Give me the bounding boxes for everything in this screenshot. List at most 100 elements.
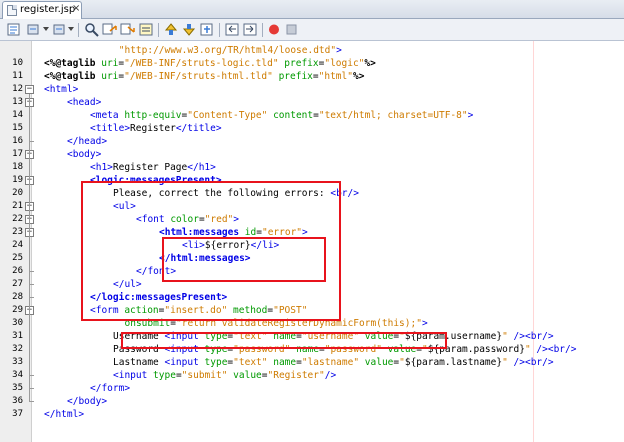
fold-end-marker [29,388,34,389]
code-token: value [233,370,262,381]
line-number: 22 [12,214,23,224]
code-token: "Register" [267,370,325,381]
code-token: prefix [278,71,313,82]
code-token: http-equiv [124,110,182,121]
line-number: 35 [12,383,23,393]
line-number: 23 [12,227,23,237]
code-token: "http://www.w3.org/TR/html4/loose.dtd" [118,45,337,56]
tab-close-button[interactable]: × [72,3,80,15]
code-line[interactable]: <%@taglib uri="/WEB-INF/struts-logic.tld… [44,57,376,70]
find-next-icon[interactable] [120,22,136,37]
code-line[interactable]: <input type="submit" value="Register"/> [113,369,336,382]
code-token: > [421,318,428,329]
code-line[interactable]: <%@taglib uri="/WEB-INF/struts-html.tld"… [44,70,364,83]
code-token: "/WEB-INF/struts-logic.tld" [124,58,279,69]
previous-bookmark-icon[interactable] [163,22,179,37]
line-number: 32 [12,344,23,354]
code-token: </title> [175,123,222,134]
code-token: <body> [67,149,102,160]
highlight-box-onsubmit [121,332,447,349]
find-icon[interactable] [84,22,100,37]
code-line[interactable]: </body> [67,395,107,408]
highlight-box-html-messages [162,237,326,282]
start-macro-icon[interactable] [266,22,282,37]
find-previous-icon[interactable] [102,22,118,37]
stop-macro-icon[interactable] [284,22,300,37]
code-token: <%@ [44,58,62,69]
line-number: 11 [12,71,23,81]
line-number: 30 [12,318,23,328]
code-line[interactable]: Lastname <input type="text" name="lastna… [113,356,554,369]
line-number: 21 [12,201,23,211]
jsp-file-icon [7,5,17,16]
code-line[interactable]: <h1>Register Page</h1> [90,161,216,174]
code-line[interactable]: <meta http-equiv="Content-Type" content=… [90,109,473,122]
line-number: 26 [12,266,23,276]
code-token: /><br/> [507,357,554,368]
code-token: <title> [90,123,131,134]
code-line[interactable]: <title>Register</title> [90,122,222,135]
code-token: /> [324,370,337,381]
right-margin-line [533,41,534,442]
fold-end-marker [29,375,34,376]
forward-dropdown-icon[interactable] [68,27,74,31]
code-token: name [273,357,297,368]
code-token: </body> [67,396,108,407]
line-number: 25 [12,253,23,263]
code-line[interactable]: <body> [67,148,101,161]
line-number: 28 [12,292,23,302]
shift-right-icon[interactable] [242,22,258,37]
tab-register-jsp[interactable]: register.jsp × [2,1,82,19]
forward-icon[interactable] [51,22,67,37]
line-number: 16 [12,136,23,146]
next-bookmark-icon[interactable] [181,22,197,37]
code-token: ${param.lastname} [404,357,503,368]
code-line[interactable]: </form> [90,382,130,395]
back-dropdown-icon[interactable] [43,27,49,31]
code-line[interactable]: <html> [44,83,78,96]
code-token: type [204,357,228,368]
shift-left-icon[interactable] [224,22,240,37]
line-number: 36 [12,396,23,406]
code-token: "html" [318,71,353,82]
code-token: "/WEB-INF/struts-html.tld" [124,71,273,82]
code-token: Register Page [112,162,188,173]
code-line[interactable]: <head> [67,96,101,109]
line-number: 34 [12,370,23,380]
code-token: /><br/> [507,331,554,342]
fold-end-marker [29,141,34,142]
code-token: Register [130,123,176,134]
last-edit-icon[interactable] [6,22,22,37]
toolbar-separator [219,23,220,37]
code-token: <input [164,357,205,368]
code-line[interactable]: </head> [67,135,107,148]
line-number: 29 [12,305,23,315]
code-token: %> [364,58,376,69]
code-token: "text/html; charset=UTF-8" [318,110,468,121]
code-token: prefix [284,58,319,69]
line-number: 19 [12,175,23,185]
line-number: 18 [12,162,23,172]
code-token: taglib [61,71,102,82]
code-token: > [336,45,342,56]
code-token: uri [101,71,119,82]
line-number: 24 [12,240,23,250]
code-line[interactable]: </html> [44,408,84,421]
code-token: value [364,357,394,368]
toggle-highlight-icon[interactable] [138,22,154,37]
line-number: 33 [12,357,23,367]
code-token: type [153,370,176,381]
back-icon[interactable] [26,22,42,37]
toggle-bookmark-icon[interactable] [199,22,215,37]
code-token: "lastname" [301,357,360,368]
line-number: 27 [12,279,23,289]
code-line[interactable]: "http://www.w3.org/TR/html4/loose.dtd"> [119,44,342,57]
editor-tab-strip: register.jsp × [0,0,624,19]
code-token: "logic" [324,58,365,69]
code-token: </h1> [187,162,216,173]
code-token: </form> [90,383,131,394]
toolbar-separator [158,23,159,37]
tab-label: register.jsp [20,4,76,15]
line-number: 12 [12,84,23,94]
fold-toggle-icon[interactable]: − [25,85,34,94]
